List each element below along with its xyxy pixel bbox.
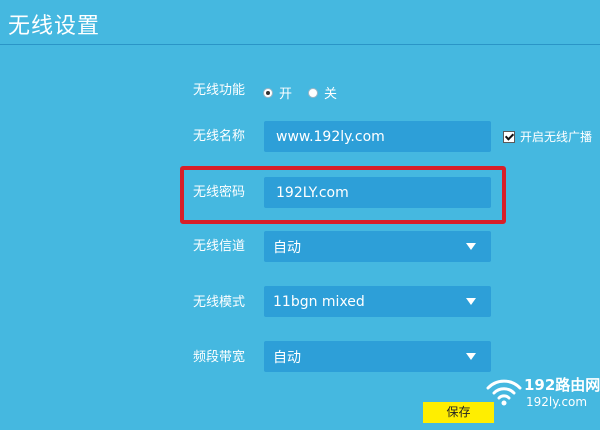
broadcast-checkbox[interactable] [503,130,515,143]
wireless-channel-value: 自动 [273,239,301,256]
wireless-mode-label: 无线模式 [193,295,246,310]
bandwidth-value: 自动 [273,349,301,366]
wireless-password-label: 无线密码 [193,185,246,200]
mode-dropdown-arrow-icon[interactable] [466,298,476,305]
wifi-icon [486,379,522,406]
watermark-url-text: 192ly.com [526,395,588,409]
channel-dropdown-arrow-icon[interactable] [466,243,476,250]
wireless-name-label: 无线名称 [193,129,246,144]
wireless-name-input[interactable]: www.192ly.com [264,121,491,152]
broadcast-checkbox-group[interactable]: 开启无线广播 [503,128,592,145]
radio-off-label: 关 [324,87,338,102]
watermark-main-text: 192路由网 [524,376,600,394]
bandwidth-dropdown-arrow-icon[interactable] [466,353,476,360]
wireless-mode-value: 11bgn mixed [273,293,365,310]
wireless-function-label: 无线功能 [193,83,246,98]
title-divider [0,44,600,45]
broadcast-label: 开启无线广播 [520,130,593,144]
radio-on-label: 开 [279,87,293,102]
wireless-password-input[interactable]: 192LY.com [264,177,491,208]
wireless-channel-label: 无线信道 [193,239,246,254]
radio-on[interactable]: 开 [263,83,292,102]
watermark-logo: 192路由网 192ly.com [484,374,600,414]
wireless-mode-select[interactable]: 11bgn mixed [264,286,491,317]
bandwidth-select[interactable]: 自动 [264,341,491,372]
radio-on-indicator[interactable] [263,87,273,98]
wireless-function-radio-group: 开 关 [263,83,353,102]
radio-off-indicator[interactable] [308,87,319,98]
radio-off[interactable]: 关 [308,83,337,102]
page-title: 无线设置 [8,14,101,39]
wireless-channel-select[interactable]: 自动 [264,231,491,262]
bandwidth-label: 频段带宽 [193,350,246,365]
